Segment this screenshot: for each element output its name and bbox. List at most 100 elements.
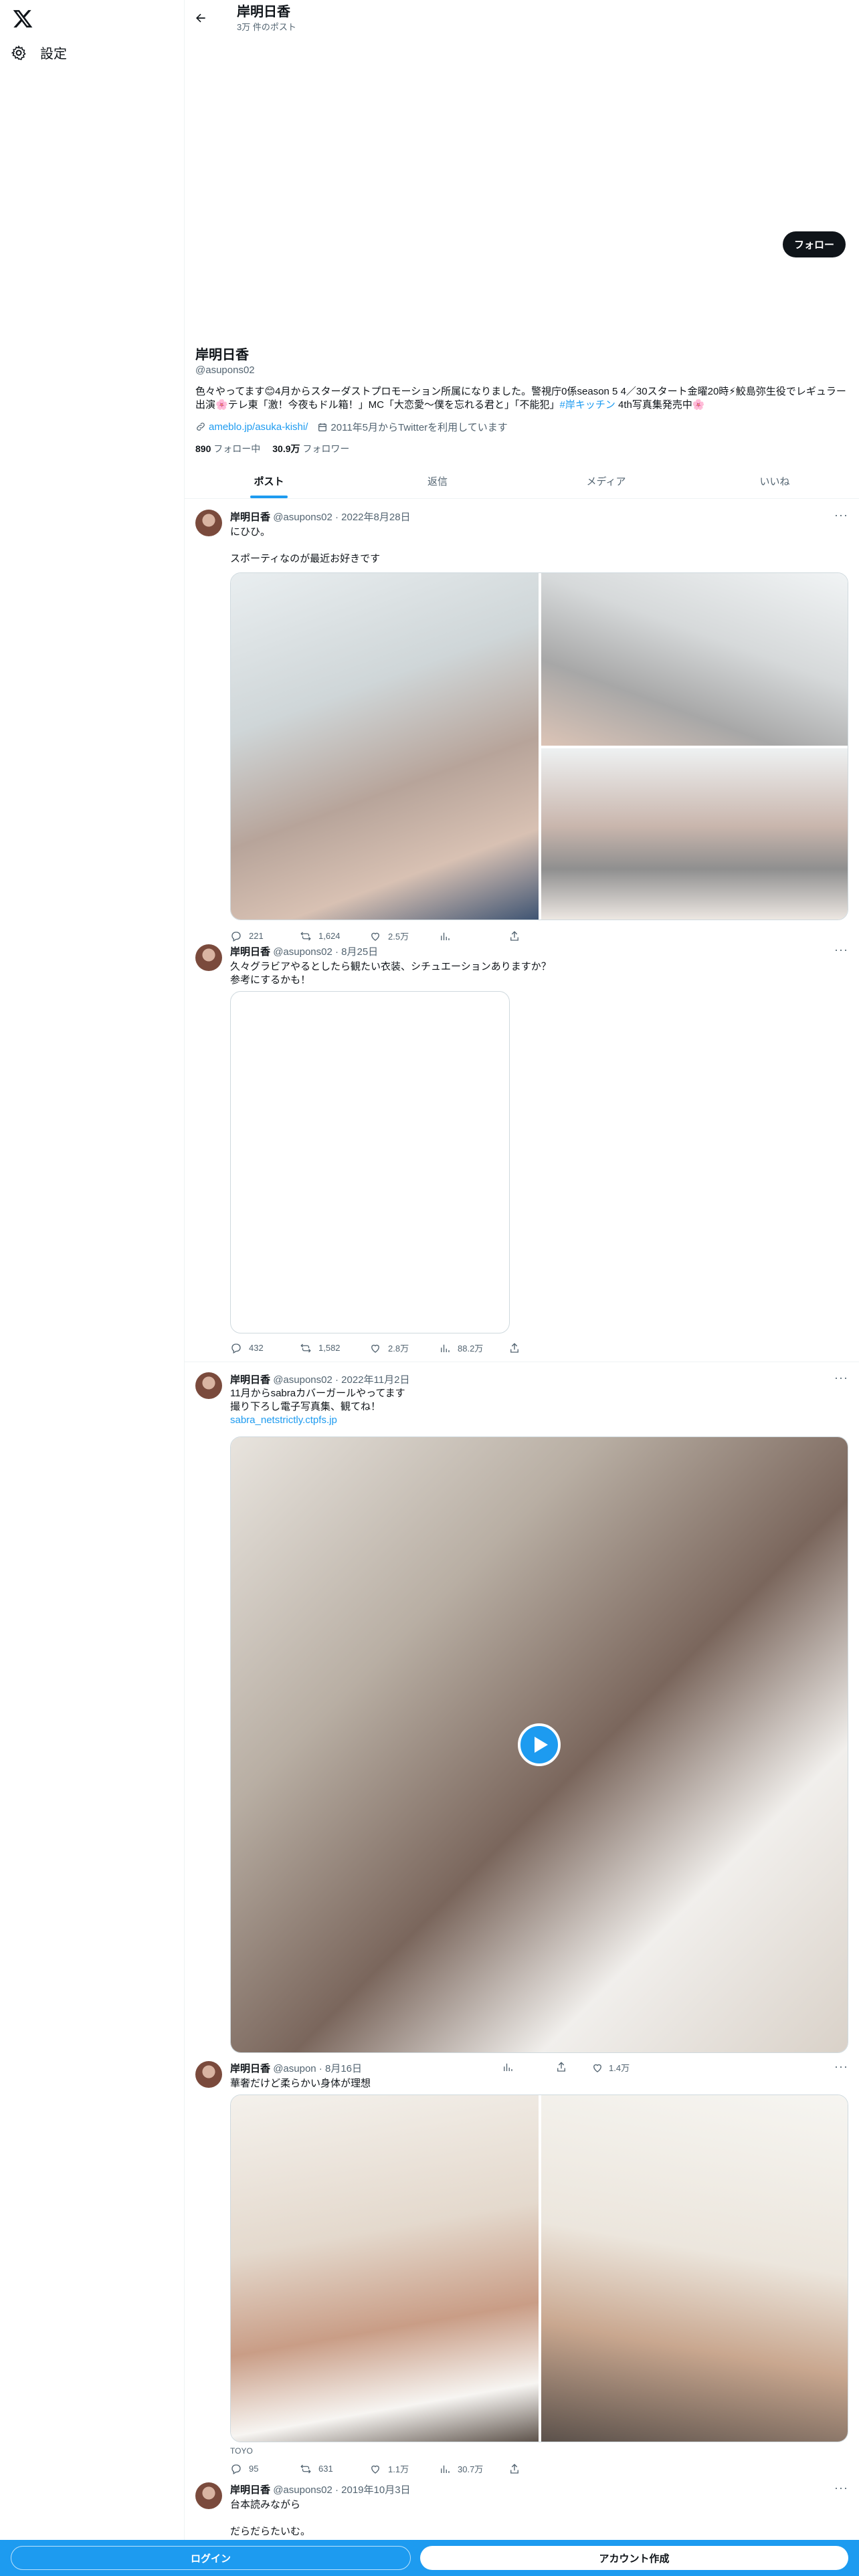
back-arrow-icon[interactable] bbox=[194, 11, 207, 25]
more-icon[interactable]: ··· bbox=[834, 508, 848, 522]
heart-icon[interactable] bbox=[591, 2062, 603, 2074]
signup-button[interactable]: アカウント作成 bbox=[420, 2546, 848, 2570]
post[interactable]: 岸明日香 @asupon · 8月16日 1.4万 ··· 華奢だけど柔らかい身… bbox=[185, 2053, 859, 2481]
tab-likes[interactable]: いいね bbox=[690, 464, 859, 498]
post[interactable]: 岸明日香 @asupons02 · 2022年8月28日 ··· にひひ。 スポ… bbox=[185, 502, 859, 943]
login-button[interactable]: ログイン bbox=[11, 2546, 411, 2570]
followers-link[interactable]: 30.9万 フォロワー bbox=[272, 442, 349, 455]
heart-icon bbox=[371, 1344, 379, 1353]
post-date[interactable]: 2022年11月2日 bbox=[341, 1374, 409, 1386]
share-icon bbox=[510, 2463, 518, 2474]
post-link[interactable]: sabra_netstrictly.ctpfs.jp bbox=[230, 1414, 337, 1426]
avatar[interactable] bbox=[195, 1372, 222, 1399]
post-date[interactable]: 2019年10月3日 bbox=[341, 2484, 410, 2496]
avatar[interactable] bbox=[195, 2482, 222, 2509]
repost-button[interactable]: 1,582 bbox=[300, 1341, 369, 1354]
post-media[interactable] bbox=[230, 572, 848, 920]
post[interactable]: 岸明日香 @asupons02 · 2019年10月3日 ··· 台本読みながら… bbox=[185, 2474, 859, 2540]
website[interactable]: ameblo.jp/asuka-kishi/ bbox=[195, 421, 308, 433]
post[interactable]: 岸明日香 @asupons02 · 8月25日 ··· 久々グラビアやるとしたら… bbox=[185, 936, 859, 1364]
post-text: 久々グラビアやるとしたら観たい衣装、シチュエーションありますか？ 参考にするかも… bbox=[230, 961, 551, 986]
post[interactable]: 岸明日香 @asupons02 · 2022年11月2日 ··· 11月からsa… bbox=[185, 1364, 859, 2053]
post-text: 11月からsabraカバーガールやってます 撮り下ろし電子写真集、観てね！ bbox=[230, 1388, 405, 1412]
post-date[interactable]: 2022年8月28日 bbox=[341, 512, 410, 523]
video-player[interactable] bbox=[230, 1436, 848, 2053]
post-author[interactable]: 岸明日香 bbox=[230, 946, 270, 958]
repost-icon bbox=[300, 2464, 311, 2473]
post-handle: @asupon bbox=[273, 2063, 316, 2074]
photo[interactable] bbox=[541, 748, 848, 920]
joined-date: 2011年5月からTwitterを利用しています bbox=[317, 420, 508, 434]
post-author[interactable]: 岸明日香 bbox=[230, 512, 270, 523]
views-button[interactable]: 88.2万 bbox=[439, 1341, 508, 1354]
photo[interactable] bbox=[541, 2095, 848, 2442]
repost-icon bbox=[300, 1344, 311, 1352]
post-handle: @asupons02 bbox=[273, 1374, 332, 1386]
photo[interactable] bbox=[231, 573, 539, 920]
reply-icon bbox=[231, 2464, 241, 2474]
bio-line-2: 出演🌸テレ東「激！今夜もドル箱！」MC「大恋愛〜僕を忘れる君と」「不能犯」 bbox=[195, 399, 560, 411]
like-count: 1.1万 bbox=[388, 2464, 409, 2474]
views-count: 30.7万 bbox=[458, 2464, 484, 2474]
post-date[interactable]: 8月25日 bbox=[341, 946, 378, 958]
media-caption: TOYO bbox=[230, 2446, 253, 2456]
play-icon[interactable] bbox=[518, 1723, 561, 1766]
avatar[interactable] bbox=[195, 944, 222, 971]
overlay-share[interactable] bbox=[555, 2061, 567, 2076]
profile-name: 岸明日香 bbox=[195, 348, 249, 362]
tab-media[interactable]: メディア bbox=[522, 464, 690, 498]
post-author[interactable]: 岸明日香 bbox=[230, 2063, 270, 2074]
more-icon[interactable]: ··· bbox=[834, 2060, 848, 2074]
overlay-actions: 1.4万 bbox=[591, 2061, 630, 2074]
avatar[interactable] bbox=[195, 2061, 222, 2088]
follow-button[interactable]: フォロー bbox=[782, 231, 846, 257]
photo[interactable] bbox=[231, 2095, 539, 2442]
following-label: フォロー中 bbox=[211, 443, 261, 454]
more-icon[interactable]: ··· bbox=[834, 2481, 848, 2495]
repost-count: 631 bbox=[318, 2464, 333, 2474]
follow-stats: 890 フォロー中 30.9万 フォロワー bbox=[195, 442, 848, 455]
more-icon[interactable]: ··· bbox=[834, 1371, 848, 1385]
avatar[interactable] bbox=[195, 510, 222, 536]
profile-meta: ameblo.jp/asuka-kishi/ 2011年5月からTwitterを… bbox=[195, 420, 848, 434]
followers-count: 30.9万 bbox=[272, 443, 300, 454]
post-media[interactable] bbox=[230, 2095, 848, 2442]
post-author[interactable]: 岸明日香 bbox=[230, 2484, 270, 2496]
post-handle: @asupons02 bbox=[273, 2484, 332, 2496]
share-button[interactable] bbox=[508, 2462, 578, 2475]
bio-hashtag[interactable]: #岸キッチン bbox=[560, 399, 615, 411]
photo[interactable] bbox=[541, 573, 848, 746]
post-actions: 432 1,582 2.8万 88.2万 bbox=[230, 1341, 578, 1354]
main-column: 岸明日香 3万 件のポスト フォロー 岸明日香 @asupons02 色々やって… bbox=[185, 0, 859, 2576]
post-header: 岸明日香 @asupons02 · 8月25日 bbox=[230, 946, 379, 958]
calendar-icon bbox=[318, 423, 327, 431]
post-author[interactable]: 岸明日香 bbox=[230, 1374, 270, 1386]
website-link[interactable]: ameblo.jp/asuka-kishi/ bbox=[209, 421, 308, 433]
overlay-views[interactable] bbox=[502, 2061, 514, 2076]
settings-link[interactable]: 設定 bbox=[11, 43, 67, 62]
tab-replies[interactable]: 返信 bbox=[353, 464, 522, 498]
following-link[interactable]: 890 フォロー中 bbox=[195, 442, 260, 455]
views-button[interactable]: 30.7万 bbox=[439, 2462, 508, 2475]
like-button[interactable]: 1.1万 bbox=[369, 2462, 439, 2475]
x-logo-icon[interactable] bbox=[12, 8, 33, 29]
share-button[interactable] bbox=[508, 1341, 578, 1354]
post-media[interactable] bbox=[230, 991, 510, 1333]
profile-info: 岸明日香 @asupons02 色々やってます😊4月からスターダストプロモーショ… bbox=[185, 265, 859, 455]
tab-posts[interactable]: ポスト bbox=[185, 464, 353, 498]
views-icon bbox=[441, 1344, 450, 1352]
more-icon[interactable]: ··· bbox=[834, 943, 848, 957]
heart-icon bbox=[371, 2465, 379, 2474]
reply-button[interactable]: 432 bbox=[230, 1341, 300, 1354]
share-icon bbox=[557, 2062, 565, 2072]
post-date[interactable]: 8月16日 bbox=[325, 2063, 362, 2074]
gear-icon bbox=[11, 45, 26, 60]
repost-button[interactable]: 631 bbox=[300, 2462, 369, 2475]
reply-count: 95 bbox=[249, 2464, 259, 2474]
post-header: 岸明日香 @asupon · 8月16日 bbox=[230, 2063, 363, 2074]
reply-button[interactable]: 95 bbox=[230, 2462, 300, 2475]
post-text: にひひ。 スポーティなのが最近お好きです bbox=[230, 526, 381, 564]
sidebar: 設定 bbox=[0, 0, 185, 2576]
post-header: 岸明日香 @asupons02 · 2019年10月3日 bbox=[230, 2484, 411, 2496]
like-button[interactable]: 2.8万 bbox=[369, 1341, 439, 1354]
